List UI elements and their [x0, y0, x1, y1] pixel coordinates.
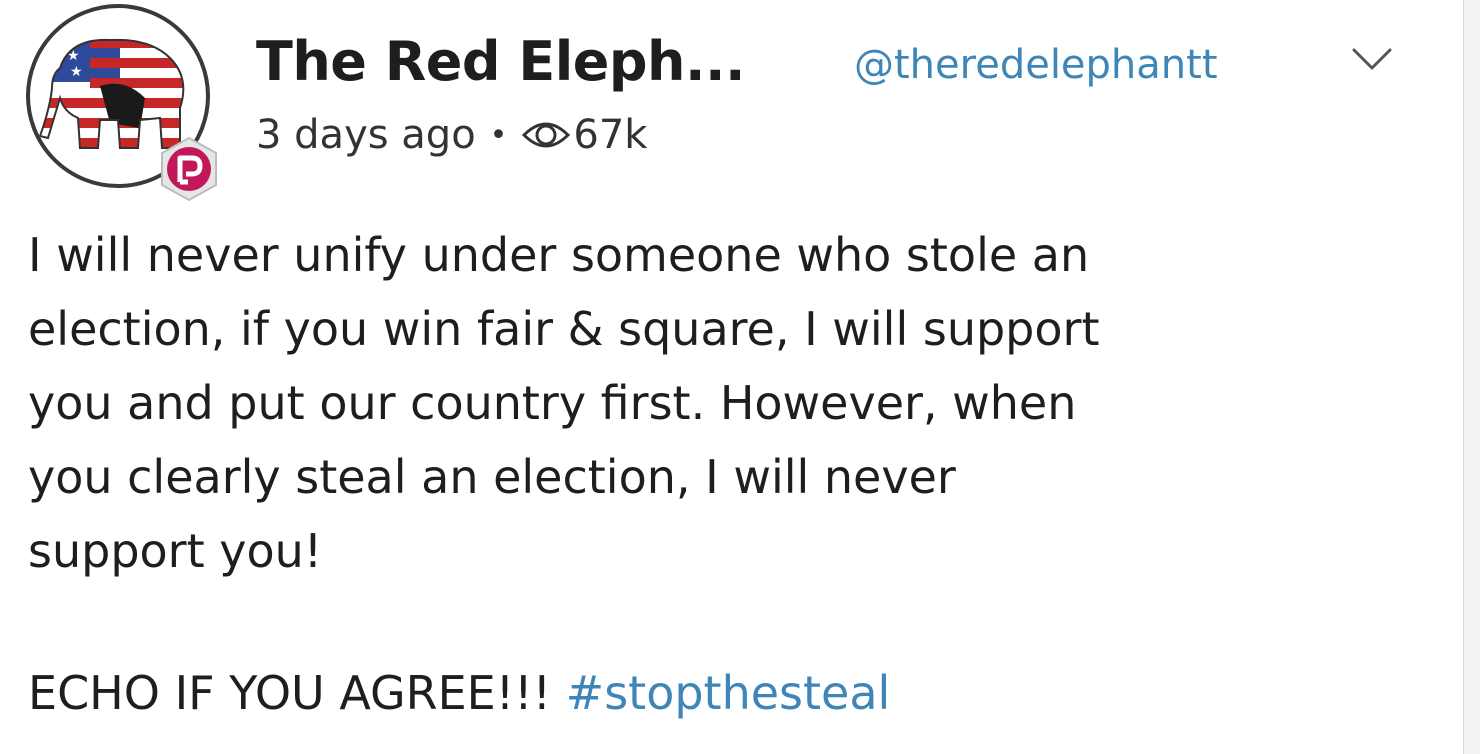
post-time: 3 days ago — [256, 112, 476, 158]
meta-separator: • — [489, 117, 508, 153]
author-handle[interactable]: @theredelephantt — [854, 42, 1218, 88]
parler-badge-icon — [156, 136, 222, 202]
svg-text:★: ★ — [70, 64, 83, 80]
chevron-down-icon[interactable] — [1350, 44, 1394, 74]
post-cta-line: ECHO IF YOU AGREE!!! #stopthesteal — [28, 656, 890, 730]
post-meta: 3 days ago • 67k — [256, 112, 647, 158]
view-count: 67k — [573, 112, 648, 158]
eye-icon — [521, 115, 571, 155]
author-name[interactable]: The Red Eleph... — [256, 30, 746, 93]
svg-text:★ ★: ★ ★ — [50, 48, 80, 64]
cta-text: ECHO IF YOU AGREE!!! — [28, 666, 566, 720]
page-edge — [1463, 0, 1480, 754]
post-body: I will never unify under someone who sto… — [28, 228, 1100, 578]
avatar-container[interactable]: ★ ★ ★ — [26, 4, 217, 202]
post-card: ★ ★ ★ The Red Eleph... @theredelephantt … — [0, 0, 1464, 754]
hashtag-link[interactable]: #stopthesteal — [566, 666, 891, 720]
